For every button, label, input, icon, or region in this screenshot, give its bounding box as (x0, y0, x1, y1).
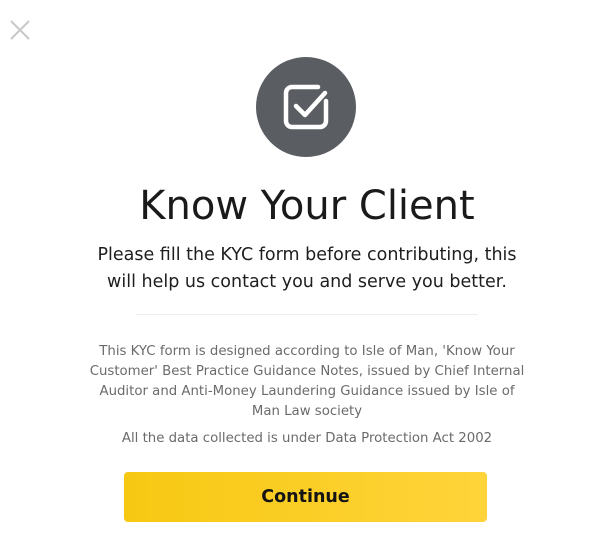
kyc-badge (256, 57, 356, 157)
checkbox-check-icon (283, 84, 329, 130)
divider (136, 314, 478, 315)
continue-button[interactable]: Continue (124, 472, 487, 522)
dialog-title: Know Your Client (139, 183, 475, 229)
close-button[interactable] (8, 18, 32, 42)
data-protection-note: All the data collected is under Data Pro… (121, 431, 493, 446)
close-icon (10, 20, 30, 40)
kyc-guidance-note: This KYC form is designed according to I… (89, 344, 525, 419)
dialog-subtitle: Please fill the KYC form before contribu… (97, 245, 517, 292)
